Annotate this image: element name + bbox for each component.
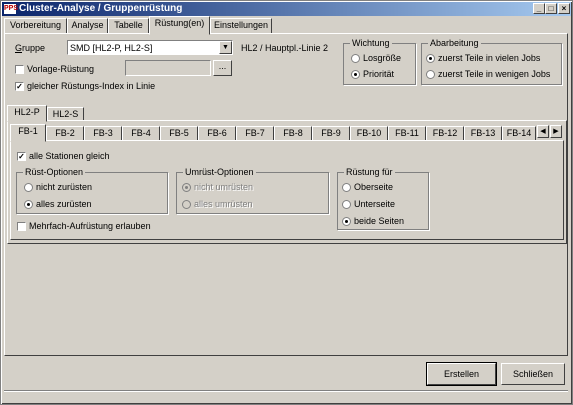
abarbeitung-viele-radio[interactable] [426,54,435,63]
unterseite-radio[interactable] [342,200,351,209]
umrust-optionen-title: Umrüst-Optionen [183,167,256,177]
gruppe-select[interactable]: SMD [HL2-P, HL2-S] ▼ [67,40,233,55]
wichtung-losgroesse-radio[interactable] [351,54,360,63]
vorlage-field[interactable] [125,60,211,76]
alle-stationen-label: alle Stationen gleich [29,151,110,161]
tab-scroll-left-icon[interactable]: ◀ [537,125,549,138]
rust-optionen-title: Rüst-Optionen [23,167,86,177]
tab-fb-1[interactable]: FB-1 [10,124,46,142]
title-bar[interactable]: PPS Cluster-Analyse / Gruppenrüstung _ □… [2,2,571,16]
mehrfach-label: Mehrfach-Aufrüstung erlauben [29,221,151,231]
tab-analyse[interactable]: Analyse [67,18,108,34]
gleicher-index-label: gleicher Rüstungs-Index in Linie [27,81,156,91]
umrust-nicht-label: nicht umrüsten [194,182,254,192]
alle-stationen-checkbox[interactable]: ✓ [17,152,26,161]
abarbeitung-viele-label: zuerst Teile in vielen Jobs [438,53,541,63]
tab-hl2-p[interactable]: HL2-P [7,105,47,122]
wichtung-prioritaet-radio[interactable] [351,70,360,79]
umrust-alles-radio[interactable] [182,200,191,209]
wichtung-prioritaet-label: Priorität [363,69,395,79]
gruppe-label: Gruppe [15,43,46,53]
abarbeitung-wenige-radio[interactable] [426,70,435,79]
mehrfach-checkbox[interactable] [17,222,26,231]
close-icon[interactable]: × [558,3,570,14]
window-title: Cluster-Analyse / Gruppenrüstung [19,3,183,14]
app-icon: PPS [4,4,19,14]
beide-seiten-label: beide Seiten [354,216,405,226]
tab-ruestungen[interactable]: Rüstung(en) [149,16,210,35]
maximize-icon[interactable]: □ [545,3,557,14]
umrust-nicht-radio[interactable] [182,183,191,192]
gleicher-index-checkbox[interactable]: ✓ [15,82,24,91]
rust-nicht-radio[interactable] [24,183,33,192]
umrust-alles-label: alles umrüsten [194,199,253,209]
minimize-icon[interactable]: _ [533,3,545,14]
abarbeitung-wenige-label: zuerst Teile in wenigen Jobs [438,69,551,79]
line-info: HL2 / Hauptpl.-Linie 2 [241,43,329,53]
tab-tabelle[interactable]: Tabelle [108,18,149,34]
tab-vorbereitung[interactable]: Vorbereitung [4,18,67,34]
unterseite-label: Unterseite [354,199,396,209]
gruppe-value: SMD [HL2-P, HL2-S] [70,43,153,53]
rust-nicht-label: nicht zurüsten [36,182,93,192]
oberseite-radio[interactable] [342,183,351,192]
vorlage-browse-button[interactable]: ... [213,60,232,76]
wichtung-losgroesse-label: Losgröße [363,53,402,63]
rustung-fur-title: Rüstung für [344,167,395,177]
status-bar [4,390,568,401]
beide-seiten-radio[interactable] [342,217,351,226]
oberseite-label: Oberseite [354,182,394,192]
wichtung-title: Wichtung [350,38,392,48]
tab-einstellungen[interactable]: Einstellungen [210,18,272,34]
tab-scroll-right-icon[interactable]: ▶ [550,125,562,138]
chevron-down-icon[interactable]: ▼ [219,41,232,54]
vorlage-checkbox[interactable] [15,65,24,74]
rust-alles-label: alles zurüsten [36,199,92,209]
schliessen-button[interactable]: Schließen [501,363,565,385]
erstellen-button[interactable]: Erstellen [427,363,496,385]
rust-alles-radio[interactable] [24,200,33,209]
vorlage-label: Vorlage-Rüstung [27,64,95,74]
abarbeitung-title: Abarbeitung [428,38,481,48]
